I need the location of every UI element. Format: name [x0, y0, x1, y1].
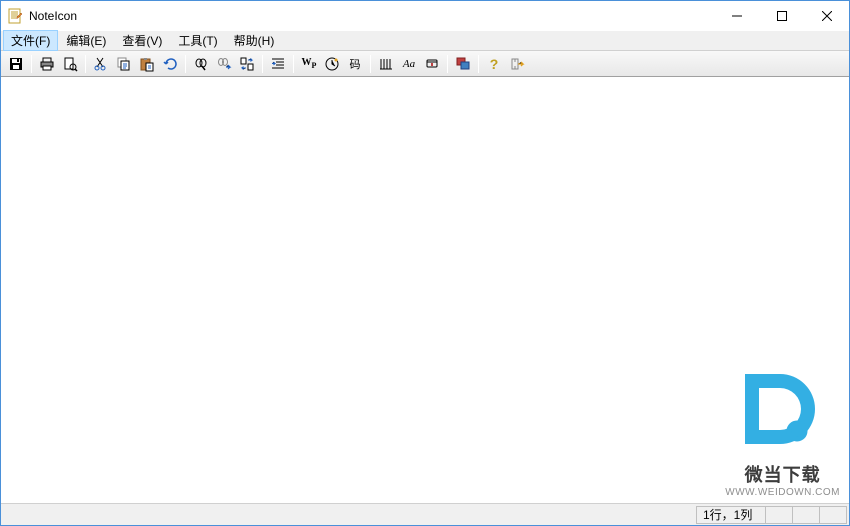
- toolbar-separator: [370, 55, 371, 73]
- menu-edit[interactable]: 编辑(E): [58, 30, 114, 51]
- bookmark-button[interactable]: [421, 53, 443, 75]
- replace-button[interactable]: [236, 53, 258, 75]
- status-cell-2: [792, 506, 820, 524]
- text-editor[interactable]: [1, 78, 849, 503]
- menubar: 文件(F) 编辑(E) 查看(V) 工具(T) 帮助(H): [1, 31, 849, 51]
- indent-button[interactable]: [267, 53, 289, 75]
- toolbar-separator: [447, 55, 448, 73]
- find-button[interactable]: [190, 53, 212, 75]
- help-button[interactable]: ?: [483, 53, 505, 75]
- help-icon: ?: [490, 56, 499, 72]
- cut-button[interactable]: [90, 53, 112, 75]
- copy-button[interactable]: [113, 53, 135, 75]
- toolbar-separator: [31, 55, 32, 73]
- undo-button[interactable]: [159, 53, 181, 75]
- font-button[interactable]: Aa: [398, 53, 420, 75]
- font-label: Aa: [403, 58, 415, 70]
- cascade-windows-button[interactable]: [452, 53, 474, 75]
- window-title: NoteIcon: [29, 9, 714, 23]
- find-next-button[interactable]: [213, 53, 235, 75]
- close-button[interactable]: [804, 1, 849, 30]
- print-button[interactable]: [36, 53, 58, 75]
- encoding-label: 码: [350, 56, 361, 72]
- app-icon: [7, 8, 23, 24]
- window-controls: [714, 1, 849, 31]
- toolbar: WP 码 Aa ?: [1, 51, 849, 77]
- save-button[interactable]: [5, 53, 27, 75]
- toolbar-separator: [185, 55, 186, 73]
- wordwrap-label: WP: [302, 57, 317, 70]
- status-cell-3: [819, 506, 847, 524]
- menu-help[interactable]: 帮助(H): [226, 30, 283, 51]
- maximize-button[interactable]: [759, 1, 804, 30]
- status-position: 1行，1列: [696, 506, 766, 524]
- menu-file[interactable]: 文件(F): [3, 30, 58, 51]
- print-preview-button[interactable]: [59, 53, 81, 75]
- toolbar-separator: [478, 55, 479, 73]
- ruler-button[interactable]: [375, 53, 397, 75]
- editor-area: [1, 77, 849, 503]
- statusbar: 1行，1列: [1, 503, 849, 525]
- toolbar-separator: [293, 55, 294, 73]
- wordwrap-button[interactable]: WP: [298, 53, 320, 75]
- exit-button[interactable]: [506, 53, 528, 75]
- datetime-button[interactable]: [321, 53, 343, 75]
- status-cell-1: [765, 506, 793, 524]
- menu-tool[interactable]: 工具(T): [170, 30, 225, 51]
- menu-view[interactable]: 查看(V): [114, 30, 170, 51]
- paste-button[interactable]: [136, 53, 158, 75]
- toolbar-separator: [262, 55, 263, 73]
- titlebar: NoteIcon: [1, 1, 849, 31]
- minimize-button[interactable]: [714, 1, 759, 30]
- encoding-button[interactable]: 码: [344, 53, 366, 75]
- toolbar-separator: [85, 55, 86, 73]
- app-window: NoteIcon 文件(F) 编辑(E) 查看(V) 工具(T) 帮助(H): [0, 0, 850, 526]
